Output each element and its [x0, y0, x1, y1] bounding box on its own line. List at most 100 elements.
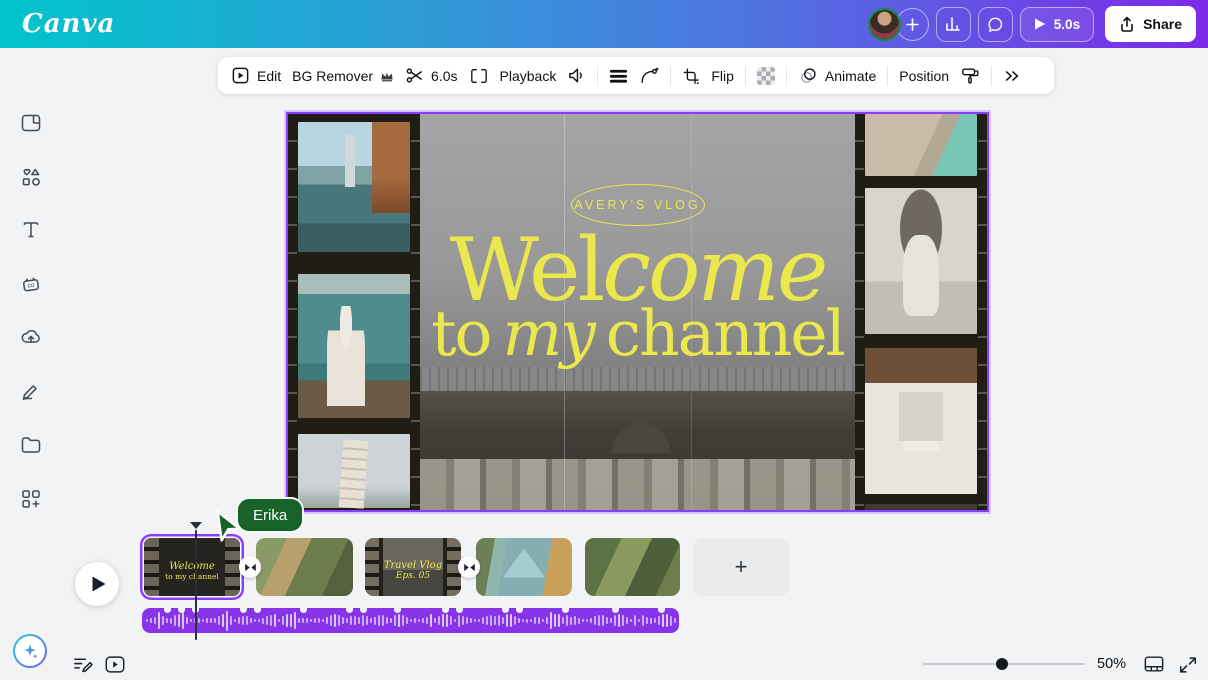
- photo-pisa-tower[interactable]: [298, 434, 410, 508]
- photo-poolside[interactable]: [865, 114, 977, 176]
- grid-view-icon: [1143, 654, 1165, 674]
- divider: [786, 66, 787, 86]
- vlog-badge-text: AVERY'S VLOG: [574, 198, 700, 212]
- playhead-marker[interactable]: [190, 522, 202, 529]
- timeline-play-button[interactable]: [75, 562, 119, 606]
- adjust-button[interactable]: [609, 68, 628, 84]
- photo-partial: [865, 504, 977, 512]
- sidebar-item-uploads[interactable]: [19, 325, 43, 349]
- more-chevrons-icon: [1003, 68, 1021, 84]
- zoom-level: 50%: [1097, 656, 1126, 672]
- timeline-clip-1-selected[interactable]: Welcome to my channel: [144, 538, 240, 596]
- brand-icon: co: [19, 272, 43, 296]
- divider: [887, 66, 888, 86]
- playhead[interactable]: [195, 530, 197, 640]
- share-button[interactable]: Share: [1105, 6, 1196, 42]
- zoom-slider[interactable]: [922, 663, 1085, 665]
- zoom-slider-thumb[interactable]: [996, 658, 1008, 670]
- timeline-clip-2[interactable]: [256, 538, 353, 596]
- play-icon: [91, 575, 107, 593]
- copy-style-button[interactable]: [960, 66, 980, 86]
- timeline-view-button[interactable]: [104, 654, 126, 675]
- fullscreen-button[interactable]: [1178, 655, 1198, 675]
- comments-icon: [986, 15, 1005, 34]
- crown-icon: [380, 70, 394, 82]
- zoom-slider-origin: [921, 662, 925, 666]
- audio-waveform: [146, 608, 675, 633]
- design-page-canvas[interactable]: AVERY'S VLOG Welcome tomychannel: [286, 112, 989, 512]
- insights-button[interactable]: [936, 7, 971, 42]
- clip-strip: [225, 538, 240, 596]
- divider: [597, 66, 598, 86]
- bg-remover-label: BG Remover: [292, 68, 373, 84]
- add-person-icon: [905, 17, 920, 32]
- avatar[interactable]: [868, 8, 901, 41]
- elements-icon: [19, 165, 43, 189]
- motion-path-button[interactable]: [639, 66, 659, 85]
- photo-reading-in-bed[interactable]: [865, 348, 977, 494]
- clip-strip: [144, 538, 159, 596]
- position-button[interactable]: Position: [899, 68, 949, 84]
- sidebar-item-apps[interactable]: [19, 487, 43, 511]
- svg-text:co: co: [27, 282, 35, 290]
- sidebar-item-elements[interactable]: [19, 165, 43, 189]
- timeline-clip-4[interactable]: [476, 538, 572, 596]
- trim-duration: 6.0s: [431, 68, 457, 84]
- collaborator-label: Erika: [236, 497, 304, 533]
- scissors-icon: [405, 66, 424, 85]
- split-button[interactable]: [469, 67, 489, 85]
- sidebar-item-text[interactable]: [19, 218, 43, 242]
- grid-view-button[interactable]: [1143, 654, 1165, 674]
- edit-label: Edit: [257, 68, 281, 84]
- trim-button[interactable]: 6.0s: [405, 66, 457, 85]
- comments-button[interactable]: [978, 7, 1013, 42]
- play-icon: [1034, 17, 1046, 31]
- timeline-clip-3[interactable]: Travel Vlog Eps. 05: [365, 538, 461, 596]
- animate-button[interactable]: Animate: [798, 66, 876, 85]
- audio-track[interactable]: [142, 608, 679, 633]
- preview-duration: 5.0s: [1054, 17, 1080, 32]
- bg-remover-button[interactable]: BG Remover: [292, 68, 394, 84]
- volume-button[interactable]: [567, 66, 586, 85]
- add-clip-button[interactable]: +: [693, 538, 789, 596]
- notes-button[interactable]: [72, 655, 93, 675]
- sparkle-icon: [20, 641, 40, 661]
- split-icon: [469, 67, 489, 85]
- timeline-clip-5[interactable]: [585, 538, 680, 596]
- sidebar-item-brand[interactable]: co: [19, 272, 43, 296]
- design-icon: [19, 111, 43, 135]
- object-panel-sidebar: co: [0, 48, 60, 680]
- transition-button-2[interactable]: [458, 556, 480, 578]
- magic-assistant-button[interactable]: [13, 634, 47, 668]
- animate-label: Animate: [825, 68, 876, 84]
- edit-video-button[interactable]: Edit: [231, 66, 281, 85]
- sidebar-item-design[interactable]: [19, 111, 43, 135]
- canva-logo[interactable]: Canva: [22, 9, 115, 39]
- plus-icon: +: [735, 554, 748, 580]
- crop-icon: [682, 67, 700, 85]
- title-line-2: tomychannel: [288, 305, 987, 363]
- transparency-button[interactable]: [757, 67, 775, 85]
- position-label: Position: [899, 68, 949, 84]
- sidebar-item-draw[interactable]: [19, 379, 43, 403]
- sidebar-item-projects[interactable]: [19, 433, 43, 457]
- top-bar: Canva 5.0s Share: [0, 0, 1208, 48]
- crop-button[interactable]: [682, 67, 700, 85]
- transition-button-1[interactable]: [239, 556, 261, 578]
- transition-icon: [463, 562, 476, 573]
- preview-play-button[interactable]: 5.0s: [1020, 7, 1094, 42]
- insights-icon: [944, 15, 962, 33]
- video-edit-icon: [231, 66, 250, 85]
- flip-button[interactable]: Flip: [711, 68, 734, 84]
- volume-icon: [567, 66, 586, 85]
- more-tools-button[interactable]: [1003, 68, 1021, 84]
- playback-label: Playback: [500, 68, 557, 84]
- flip-label: Flip: [711, 68, 734, 84]
- canvas-title[interactable]: Welcome tomychannel: [288, 226, 987, 363]
- city-front-buildings: [420, 459, 857, 510]
- animate-icon: [798, 66, 818, 85]
- motion-path-icon: [639, 66, 659, 85]
- video-player-icon: [104, 654, 126, 675]
- context-toolbar: Edit BG Remover 6.0s Playback: [218, 57, 1054, 94]
- playback-button[interactable]: Playback: [500, 68, 557, 84]
